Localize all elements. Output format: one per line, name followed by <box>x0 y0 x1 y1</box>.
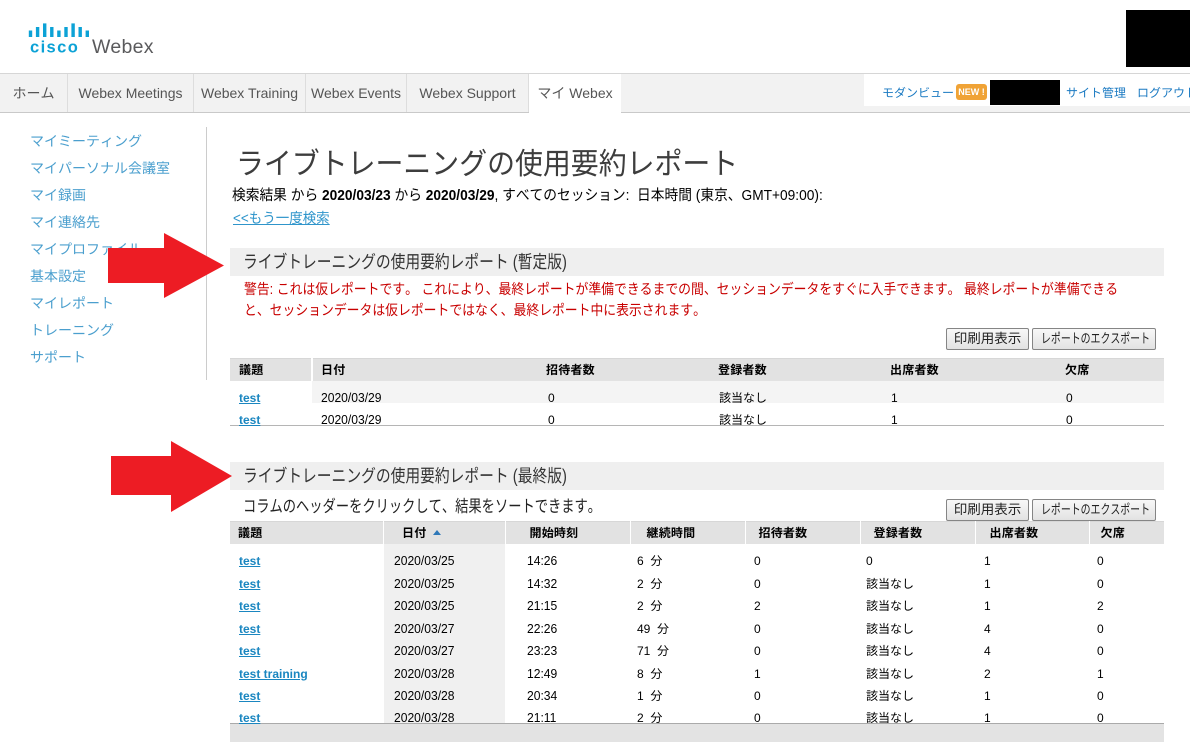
svg-text:cisco: cisco <box>30 39 79 57</box>
svg-text:Webex: Webex <box>92 36 154 58</box>
